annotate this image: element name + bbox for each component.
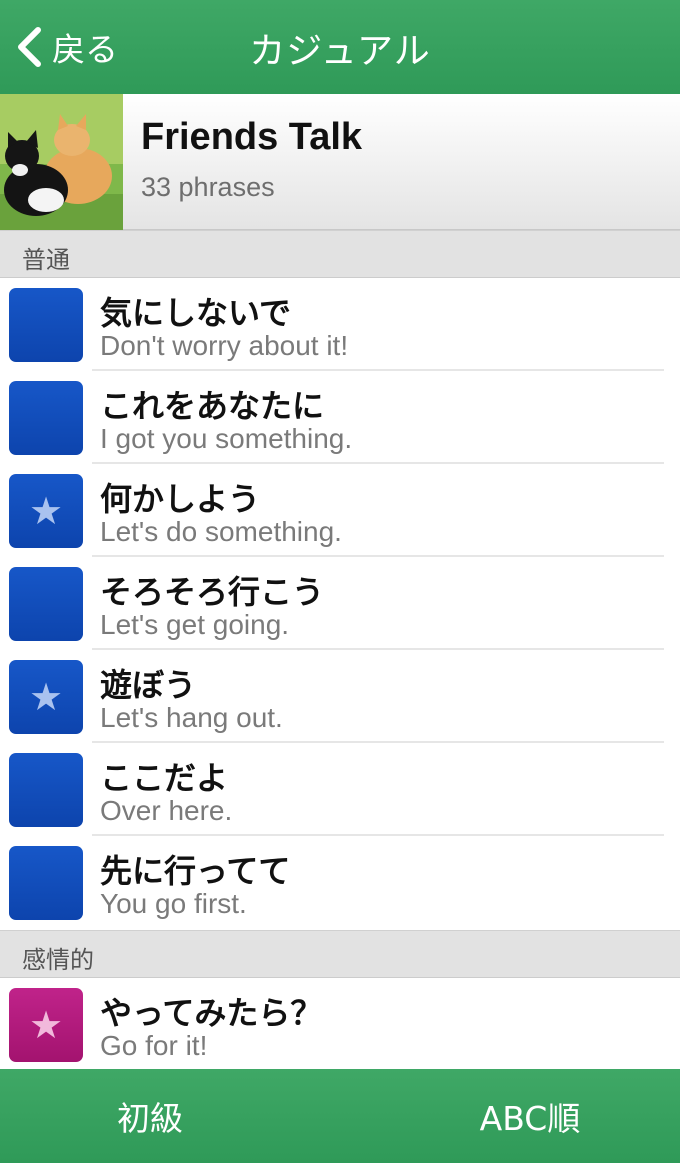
sort-abc-button[interactable]: ABC順: [380, 1069, 680, 1163]
phrase-badge: [9, 567, 83, 641]
phrase-english: Over here.: [100, 795, 233, 826]
phrase-english: You go first.: [100, 888, 247, 919]
phrase-japanese: 先に行ってて: [100, 852, 291, 890]
phrase-row[interactable]: ★ 遊ぼう Let's hang out.: [0, 650, 680, 743]
phrase-badge: ★: [9, 474, 83, 548]
phrase-english: Don't worry about it!: [100, 330, 349, 361]
phrase-count: 33 phrases: [141, 172, 275, 202]
phrase-badge: [9, 846, 83, 920]
phrase-english: Let's hang out.: [100, 702, 283, 733]
phrase-row[interactable]: ★ 何かしよう Let's do something.: [0, 464, 680, 557]
phrase-japanese: 遊ぼう: [100, 666, 197, 704]
star-icon: ★: [28, 489, 64, 533]
phrase-japanese: そろそろ行こう: [100, 573, 325, 611]
section-title: 普通: [22, 246, 70, 274]
phrase-english: Let's do something.: [100, 516, 342, 547]
phrase-japanese: ここだよ: [100, 759, 229, 797]
level-filter-button[interactable]: 初級: [0, 1069, 300, 1163]
phrase-row[interactable]: 気にしないで Don't worry about it!: [0, 278, 680, 371]
phrase-japanese: 何かしよう: [100, 480, 261, 518]
phrase-row[interactable]: ここだよ Over here.: [0, 743, 680, 836]
phrase-badge: ★: [9, 660, 83, 734]
bottom-toolbar: 初級 ABC順: [0, 1069, 680, 1163]
phrase-badge: [9, 753, 83, 827]
navigation-bar: 戻る カジュアル: [0, 0, 680, 94]
phrase-row[interactable]: ★ やってみたら？ Go for it!: [0, 978, 680, 1071]
star-icon: ★: [28, 675, 64, 719]
phrase-badge: [9, 288, 83, 362]
phrase-japanese: やってみたら？: [100, 994, 323, 1032]
section-header: 普通: [0, 230, 680, 278]
phrase-badge: ★: [9, 988, 83, 1062]
phrase-badge: [9, 381, 83, 455]
section-header: 感情的: [0, 930, 680, 978]
phrase-english: Go for it!: [100, 1030, 208, 1061]
phrase-row[interactable]: これをあなたに I got you something.: [0, 371, 680, 464]
collection-header: Friends Talk 33 phrases: [0, 94, 680, 230]
phrase-english: I got you something.: [100, 423, 353, 454]
section-title: 感情的: [22, 946, 94, 974]
phrase-english: Let's get going.: [100, 609, 290, 640]
phrase-row[interactable]: そろそろ行こう Let's get going.: [0, 557, 680, 650]
star-icon: ★: [28, 1003, 64, 1047]
page-title: カジュアル: [249, 31, 431, 72]
kittens-thumbnail: [0, 94, 123, 230]
phrase-japanese: 気にしないで: [100, 294, 292, 332]
collection-title: Friends Talk: [141, 116, 363, 158]
phrase-japanese: これをあなたに: [100, 387, 325, 425]
phrase-row[interactable]: 先に行ってて You go first.: [0, 836, 680, 929]
